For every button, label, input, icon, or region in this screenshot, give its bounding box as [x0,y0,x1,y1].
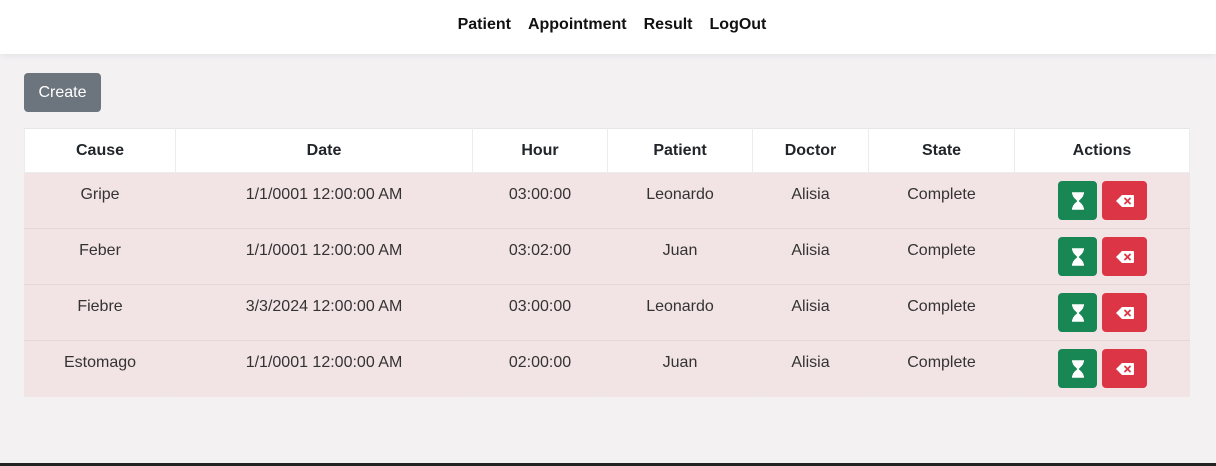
cell-hour: 03:00:00 [472,172,608,229]
column-header-doctor: Doctor [752,128,869,173]
column-header-cause: Cause [24,128,176,173]
hourglass-icon [1071,191,1084,210]
complete-button[interactable] [1058,181,1097,220]
backspace-icon [1115,306,1134,319]
cell-patient: Leonardo [607,172,753,229]
delete-button[interactable] [1102,349,1147,388]
cell-doctor: Alisia [752,340,869,397]
cell-hour: 02:00:00 [472,340,608,397]
appointments-table: Cause Date Hour Patient Doctor State Act… [24,128,1190,397]
table-row: Fiebre 3/3/2024 12:00:00 AM 03:00:00 Leo… [24,284,1190,341]
hourglass-icon [1071,359,1084,378]
table-row: Feber 1/1/0001 12:00:00 AM 03:02:00 Juan… [24,228,1190,285]
complete-button[interactable] [1058,293,1097,332]
cell-state: Complete [868,284,1015,341]
nav-link-logout[interactable]: LogOut [710,16,767,34]
cell-date: 1/1/0001 12:00:00 AM [175,340,473,397]
cell-date: 1/1/0001 12:00:00 AM [175,228,473,285]
cell-doctor: Alisia [752,284,869,341]
backspace-icon [1115,250,1134,263]
nav-link-patient[interactable]: Patient [458,16,511,34]
hourglass-icon [1071,303,1084,322]
column-header-state: State [868,128,1015,173]
cell-date: 3/3/2024 12:00:00 AM [175,284,473,341]
column-header-patient: Patient [607,128,753,173]
cell-patient: Leonardo [607,284,753,341]
cell-doctor: Alisia [752,228,869,285]
delete-button[interactable] [1102,293,1147,332]
nav-links: Patient Appointment Result LogOut [458,16,767,34]
create-button[interactable]: Create [24,73,101,112]
cell-actions [1014,340,1190,397]
table-header-row: Cause Date Hour Patient Doctor State Act… [24,128,1190,173]
cell-doctor: Alisia [752,172,869,229]
column-header-date: Date [175,128,473,173]
complete-button[interactable] [1058,349,1097,388]
row-actions [1015,237,1189,276]
nav-link-appointment[interactable]: Appointment [528,16,627,34]
table-row: Gripe 1/1/0001 12:00:00 AM 03:00:00 Leon… [24,172,1190,229]
delete-button[interactable] [1102,237,1147,276]
cell-cause: Fiebre [24,284,176,341]
cell-hour: 03:02:00 [472,228,608,285]
cell-cause: Feber [24,228,176,285]
complete-button[interactable] [1058,237,1097,276]
row-actions [1015,349,1189,388]
cell-cause: Gripe [24,172,176,229]
cell-cause: Estomago [24,340,176,397]
delete-button[interactable] [1102,181,1147,220]
column-header-hour: Hour [472,128,608,173]
table-row: Estomago 1/1/0001 12:00:00 AM 02:00:00 J… [24,340,1190,397]
cell-state: Complete [868,340,1015,397]
cell-actions [1014,172,1190,229]
cell-actions [1014,228,1190,285]
backspace-icon [1115,362,1134,375]
column-header-actions: Actions [1014,128,1190,173]
cell-hour: 03:00:00 [472,284,608,341]
cell-date: 1/1/0001 12:00:00 AM [175,172,473,229]
cell-state: Complete [868,228,1015,285]
top-navbar: Patient Appointment Result LogOut [0,0,1216,54]
cell-patient: Juan [607,228,753,285]
nav-link-result[interactable]: Result [644,16,693,34]
row-actions [1015,181,1189,220]
cell-state: Complete [868,172,1015,229]
row-actions [1015,293,1189,332]
backspace-icon [1115,194,1134,207]
hourglass-icon [1071,247,1084,266]
table-body: Gripe 1/1/0001 12:00:00 AM 03:00:00 Leon… [24,172,1190,397]
cell-actions [1014,284,1190,341]
cell-patient: Juan [607,340,753,397]
